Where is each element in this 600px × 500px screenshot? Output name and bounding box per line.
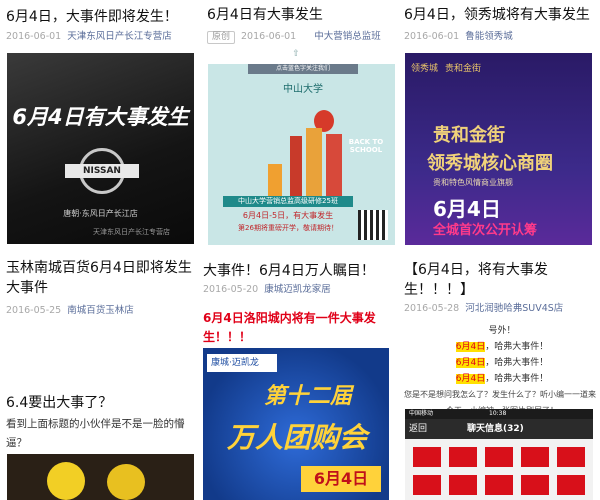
body-line: 6月4日，哈弗大事件！ [455, 358, 549, 368]
article-card[interactable]: 6.4要出大事了？ 看到上面标题的小伙伴是不是一脸的懵逼？ [6, 393, 194, 453]
article-date: 2016-05-20 [203, 284, 259, 295]
article-meta: 2016-05-25 南城百货玉林店 [6, 304, 194, 318]
article-thumbnail[interactable]: 中国移动 10:38 返回 聊天信息(32) [405, 409, 593, 500]
article-date: 2016-05-25 [6, 305, 62, 316]
chat-avatar [521, 475, 549, 495]
thumb-banner2: 万人团购会 [226, 421, 367, 454]
thumb-brand: 康城·迈凯龙 [207, 354, 277, 372]
article-title[interactable]: 玉林南城百货6月4日即将发生大事件 [6, 258, 194, 298]
article-date: 2016-06-01 [6, 31, 62, 42]
book-icon [306, 128, 322, 196]
chat-avatar [521, 447, 549, 467]
article-card[interactable]: 玉林南城百货6月4日即将发生大事件 2016-05-25 南城百货玉林店 [6, 258, 194, 318]
article-title[interactable]: 大事件！6月4日万人瞩目！ [203, 261, 397, 281]
article-source[interactable]: 康城迈凯龙家居 [264, 284, 331, 295]
arrow-up-icon: ⇧ [292, 49, 300, 59]
thumb-brand: NISSAN [65, 164, 139, 178]
article-source[interactable]: 中大营销总监班 [314, 31, 381, 42]
chat-avatar [413, 447, 441, 467]
article-meta: 2016-06-01 鲁能领秀城 [404, 30, 600, 44]
article-title[interactable]: 6月4日，领秀城将有大事发生 [404, 5, 600, 25]
article-card[interactable]: 【6月4日，将有大事发生！！！】 2016-05-28 河北润驰哈弗SUV4S店 [404, 260, 600, 316]
chat-avatar [557, 447, 585, 467]
thumb-top-label: 点击蓝色字关注我们 [248, 64, 358, 74]
chat-avatar [449, 475, 477, 495]
thumb-line1: 中山大学营销总监高级研修25班 [223, 196, 353, 207]
date-highlight: 6月4日 [455, 374, 486, 384]
chat-title: 聊天信息(32) [467, 424, 524, 434]
thumb-sub: 贵和特色风情商业旗舰 [433, 178, 513, 187]
thumb-caption: 唐朝·东风日产长江店 [63, 209, 138, 218]
article-meta: 2016-05-20 康城迈凯龙家居 [203, 283, 397, 297]
minion-icon [107, 464, 145, 500]
article-thumbnail[interactable]: 点击蓝色字关注我们 中山大学 BACK TO SCHOOL 中山大学营销总监高级… [208, 64, 395, 245]
body-line: 6月4日，哈弗大事件！ [455, 342, 549, 352]
chat-avatar [485, 475, 513, 495]
thumb-school: 中山大学 [283, 84, 323, 95]
thumb-logo2: 贵和金街 [445, 64, 482, 74]
date-highlight: 6月4日 [455, 358, 486, 368]
article-title[interactable]: 6月4日，大事件即将发生！ [6, 7, 194, 27]
thumb-date: 6月4日 [433, 197, 501, 221]
article-card[interactable]: 6月4日有大事发生 原创 2016-06-01 中大营销总监班 [207, 5, 397, 44]
back-button: 返回 [409, 424, 428, 434]
article-date: 2016-06-01 [241, 31, 297, 42]
thumb-watermark: 天津东风日产长江专营店 [93, 228, 170, 236]
article-meta: 2016-06-01 天津东风日产长江专营店 [6, 30, 194, 44]
phone-status-bar: 中国移动 10:38 [405, 409, 593, 419]
body-line: 号外！ [488, 326, 516, 336]
book-icon [326, 134, 342, 196]
article-thumbnail[interactable]: 6月4日有大事发生 NISSAN 唐朝·东风日产长江店 天津东风日产长江专营店 [7, 53, 194, 244]
chat-avatar [413, 475, 441, 495]
article-title[interactable]: 6月4日有大事发生 [207, 5, 397, 25]
article-card[interactable]: 大事件！6月4日万人瞩目！ 2016-05-20 康城迈凯龙家居 [203, 261, 397, 297]
thumb-headline2: 领秀城核心商圈 [427, 153, 553, 174]
article-date: 2016-05-28 [404, 303, 460, 314]
article-thumbnail[interactable]: 康城·迈凯龙 第十二届 万人团购会 6月4日 [203, 348, 389, 500]
article-meta: 原创 2016-06-01 中大营销总监班 [207, 30, 397, 44]
thumb-headline: 6月4日有大事发生 [12, 105, 189, 129]
thumb-banner1: 第十二届 [263, 384, 352, 409]
article-source[interactable]: 天津东风日产长江专营店 [67, 31, 172, 42]
body-question: 您是不是想问我怎么了？发生什么了？听小编一一道来 [404, 390, 596, 399]
article-thumbnail[interactable] [7, 454, 194, 500]
thumb-headline1: 贵和金街 [433, 125, 505, 146]
pencil-icon [268, 164, 282, 196]
chat-avatar [557, 475, 585, 495]
thumb-line2: 6月4日-5日，有大事发生 [242, 211, 334, 220]
article-title[interactable]: 6.4要出大事了？ [6, 393, 194, 413]
thumb-line3: 第26期将重磅开学，敬请期待！ [238, 224, 338, 232]
thumb-side: BACK TO SCHOOL [348, 138, 384, 154]
carrier: 中国移动 [409, 410, 434, 417]
article-body: 号外！ 6月4日，哈弗大事件！ 6月4日，哈弗大事件！ 6月4日，哈弗大事件！ … [404, 323, 600, 419]
article-highlight: 6月4日洛阳城内将有一件大事发生！！！ [203, 311, 376, 344]
chat-header: 返回 聊天信息(32) [405, 419, 593, 439]
thumb-logo1: 领秀城 [411, 64, 439, 74]
chat-avatar [485, 447, 513, 467]
article-card[interactable]: 6月4日，大事件即将发生！ 2016-06-01 天津东风日产长江专营店 [6, 7, 194, 44]
thumb-footer: 全城首次公开认筹 [433, 223, 538, 238]
article-meta: 2016-05-28 河北润驰哈弗SUV4S店 [404, 302, 600, 316]
article-thumbnail[interactable]: 领秀城 贵和金街 贵和金街 领秀城核心商圈 贵和特色风情商业旗舰 6月4日 全城… [405, 53, 592, 245]
thumb-date: 6月4日 [301, 466, 381, 492]
original-tag: 原创 [207, 31, 236, 44]
article-source[interactable]: 河北润驰哈弗SUV4S店 [465, 303, 563, 314]
chat-avatar [449, 447, 477, 467]
article-source[interactable]: 鲁能领秀城 [465, 31, 513, 42]
book-icon [290, 136, 302, 196]
article-date: 2016-06-01 [404, 31, 460, 42]
column-middle: 6月4日有大事发生 原创 2016-06-01 中大营销总监班 ⇧ 点击蓝色字关注我… [201, 0, 397, 500]
column-right: 6月4日，领秀城将有大事发生 2016-06-01 鲁能领秀城 领秀城 贵和金街 … [404, 0, 600, 500]
date-highlight: 6月4日 [455, 342, 486, 352]
article-title[interactable]: 【6月4日，将有大事发生！！！】 [404, 260, 600, 300]
column-left: 6月4日，大事件即将发生！ 2016-06-01 天津东风日产长江专营店 6月4日… [0, 0, 196, 500]
body-line: 6月4日，哈弗大事件！ [455, 374, 549, 384]
article-card[interactable]: 6月4日，领秀城将有大事发生 2016-06-01 鲁能领秀城 [404, 5, 600, 44]
article-excerpt: 看到上面标题的小伙伴是不是一脸的懵逼？ [6, 418, 185, 449]
clock: 10:38 [489, 410, 507, 417]
minion-icon [47, 462, 85, 500]
article-source[interactable]: 南城百货玉林店 [67, 305, 134, 316]
qr-code-icon [358, 210, 388, 240]
